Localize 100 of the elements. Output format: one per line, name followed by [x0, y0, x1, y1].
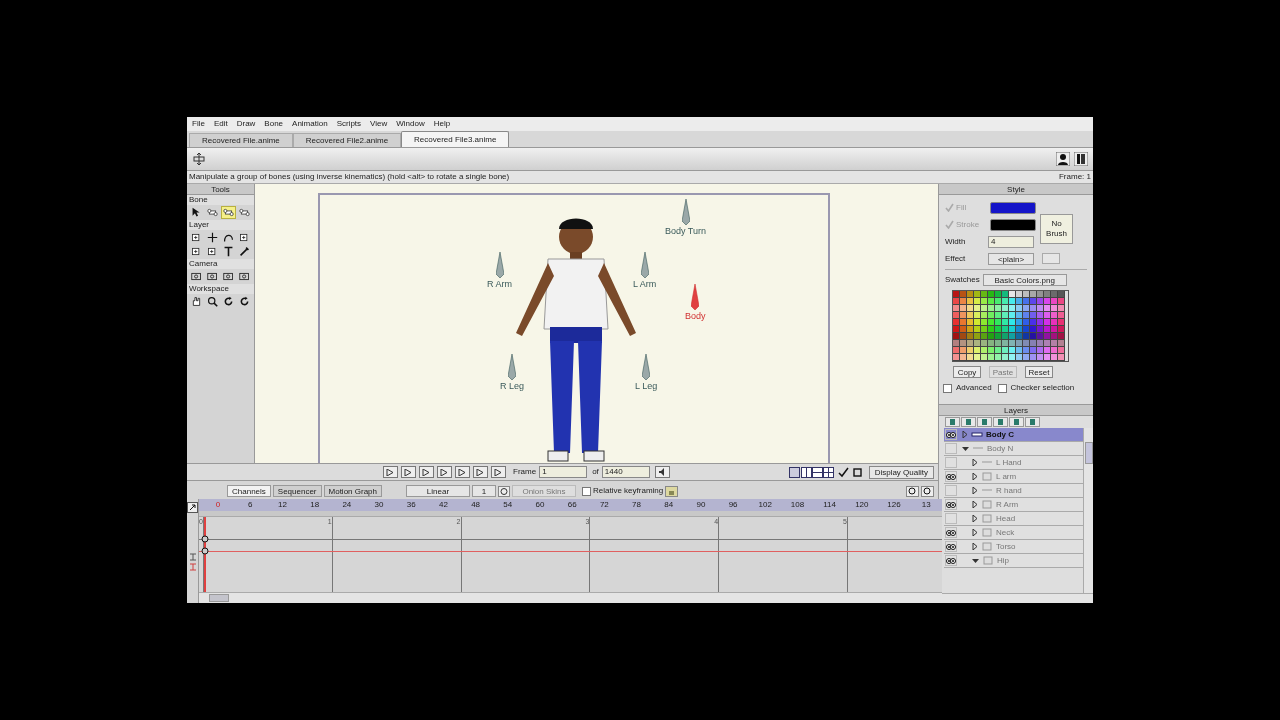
check-icon[interactable]	[837, 466, 849, 478]
menu-item[interactable]: Window	[396, 118, 425, 130]
width-field[interactable]: 4	[988, 235, 1034, 248]
layer-row[interactable]: L Hand	[944, 456, 1083, 470]
file-tab[interactable]: Recovered File.anime	[189, 133, 293, 147]
visibility-toggle[interactable]	[945, 485, 957, 496]
expand-triangle-icon[interactable]	[972, 543, 978, 550]
option-checkbox[interactable]	[997, 383, 1007, 393]
expand-triangle-icon[interactable]	[962, 431, 968, 438]
file-tab[interactable]: Recovered File3.anime	[401, 131, 510, 147]
timeline-tab[interactable]: Sequencer	[272, 485, 322, 497]
fill-color-swatch[interactable]	[990, 201, 1036, 214]
bone-marker-icon[interactable]	[642, 354, 651, 380]
visibility-toggle[interactable]	[945, 555, 957, 566]
timeline-tab[interactable]: Motion Graph	[323, 485, 382, 497]
expand-triangle-icon[interactable]	[972, 515, 978, 522]
bone-marker-icon[interactable]	[640, 252, 649, 278]
display-quality-dropdown[interactable]: Display Quality	[868, 465, 934, 479]
magnifier-icon[interactable]	[205, 295, 220, 308]
menu-item[interactable]: Draw	[236, 118, 256, 130]
check-icon[interactable]	[945, 220, 954, 229]
bone-marker-icon[interactable]	[495, 252, 504, 278]
person-icon[interactable]	[1056, 152, 1070, 166]
menu-item[interactable]: Scripts	[336, 118, 362, 130]
menu-item[interactable]: Animation	[292, 118, 328, 130]
expand-triangle-icon[interactable]	[972, 487, 978, 494]
camera-icon[interactable]	[189, 270, 204, 283]
view-layout-icon[interactable]	[788, 466, 835, 478]
plus-icon[interactable]	[205, 231, 220, 244]
layer-row[interactable]: Torso	[944, 540, 1083, 554]
eyedropper-icon[interactable]	[237, 245, 252, 258]
layer-row[interactable]: R hand	[944, 484, 1083, 498]
lock-icon[interactable]	[665, 485, 679, 497]
visibility-toggle[interactable]	[945, 429, 957, 440]
palette-action-button[interactable]: Copy	[953, 366, 981, 378]
playback-control-icon[interactable]	[437, 466, 452, 478]
camera-icon[interactable]	[221, 270, 236, 283]
layer-row[interactable]: Head	[944, 512, 1083, 526]
layer-row[interactable]: Hip	[944, 554, 1083, 568]
book-icon[interactable]	[1074, 152, 1088, 166]
bone-marker-icon[interactable]	[681, 199, 690, 225]
bone-manipulate-icon[interactable]	[192, 153, 206, 165]
file-tab[interactable]: Recovered File2.anime	[292, 133, 402, 147]
bone-icon[interactable]	[221, 206, 236, 219]
horizontal-scrollbar[interactable]	[939, 593, 1093, 603]
visibility-toggle[interactable]	[945, 499, 957, 510]
menu-item[interactable]: Bone	[264, 118, 284, 130]
horizontal-scrollbar[interactable]	[199, 592, 943, 603]
check-icon[interactable]	[945, 203, 954, 212]
bone-icon[interactable]	[205, 206, 220, 219]
visibility-toggle[interactable]	[945, 541, 957, 552]
stroke-color-swatch[interactable]	[990, 218, 1036, 231]
layer-row[interactable]: R Arm	[944, 498, 1083, 512]
timeline-tab[interactable]: Channels	[227, 485, 271, 497]
total-frames-field[interactable]: 1440	[601, 466, 650, 478]
menu-item[interactable]: View	[370, 118, 388, 130]
collapse-triangle-icon[interactable]	[972, 557, 979, 564]
frame-field[interactable]: 1	[539, 466, 588, 478]
layer-row[interactable]: Body C	[944, 428, 1083, 442]
playback-control-icon[interactable]	[491, 466, 506, 478]
bone-icon[interactable]	[237, 206, 252, 219]
visibility-toggle[interactable]	[945, 443, 957, 454]
bone-marker-icon[interactable]	[691, 284, 700, 310]
menu-item[interactable]: File	[192, 118, 205, 130]
bone-marker-icon[interactable]	[508, 354, 516, 380]
speaker-icon[interactable]	[654, 466, 670, 478]
playback-control-icon[interactable]	[419, 466, 434, 478]
visibility-toggle[interactable]	[945, 457, 957, 468]
onion-skins-dropdown[interactable]: Onion Skins	[512, 485, 576, 497]
step-dropdown[interactable]: 1	[472, 485, 496, 497]
layer-row[interactable]: L arm	[944, 470, 1083, 484]
collapse-triangle-icon[interactable]	[962, 445, 969, 452]
cycle-icon[interactable]	[498, 485, 510, 497]
zoom-icon[interactable]	[921, 485, 934, 497]
playback-control-icon[interactable]	[383, 466, 398, 478]
layer-row[interactable]: Neck	[944, 526, 1083, 540]
no-brush-button[interactable]: No Brush	[1040, 214, 1073, 244]
playback-control-icon[interactable]	[401, 466, 416, 478]
swatches-dropdown[interactable]: Basic Colors.png	[982, 274, 1067, 286]
frame-ruler[interactable]: 0 6 12 18 24 30 36 42 48 54 60 66 72 78 84 90 96 102 108 114 120 126 13	[199, 499, 943, 511]
camera-icon[interactable]	[237, 270, 252, 283]
palette-action-button[interactable]: Reset	[1025, 366, 1053, 378]
vertical-scrollbar[interactable]	[1083, 428, 1093, 593]
zoom-icon[interactable]	[906, 485, 919, 497]
layer-row[interactable]: Body N	[944, 442, 1083, 456]
expand-triangle-icon[interactable]	[972, 473, 978, 480]
effect-dropdown[interactable]: <plain>	[988, 252, 1034, 265]
playback-control-icon[interactable]	[455, 466, 470, 478]
visibility-toggle[interactable]	[945, 513, 957, 524]
option-checkbox[interactable]	[943, 383, 952, 393]
frame-square-icon[interactable]	[851, 466, 863, 478]
canvas[interactable]: R Arm L Arm Body Turn Body R Leg L Leg	[255, 184, 938, 463]
expand-triangle-icon[interactable]	[972, 529, 978, 536]
playback-control-icon[interactable]	[473, 466, 488, 478]
color-palette[interactable]	[952, 290, 1069, 362]
expand-triangle-icon[interactable]	[972, 459, 978, 466]
visibility-toggle[interactable]	[945, 527, 957, 538]
menu-item[interactable]: Edit	[213, 118, 228, 130]
camera-icon[interactable]	[205, 270, 220, 283]
relative-keyframing-checkbox[interactable]	[582, 486, 591, 496]
